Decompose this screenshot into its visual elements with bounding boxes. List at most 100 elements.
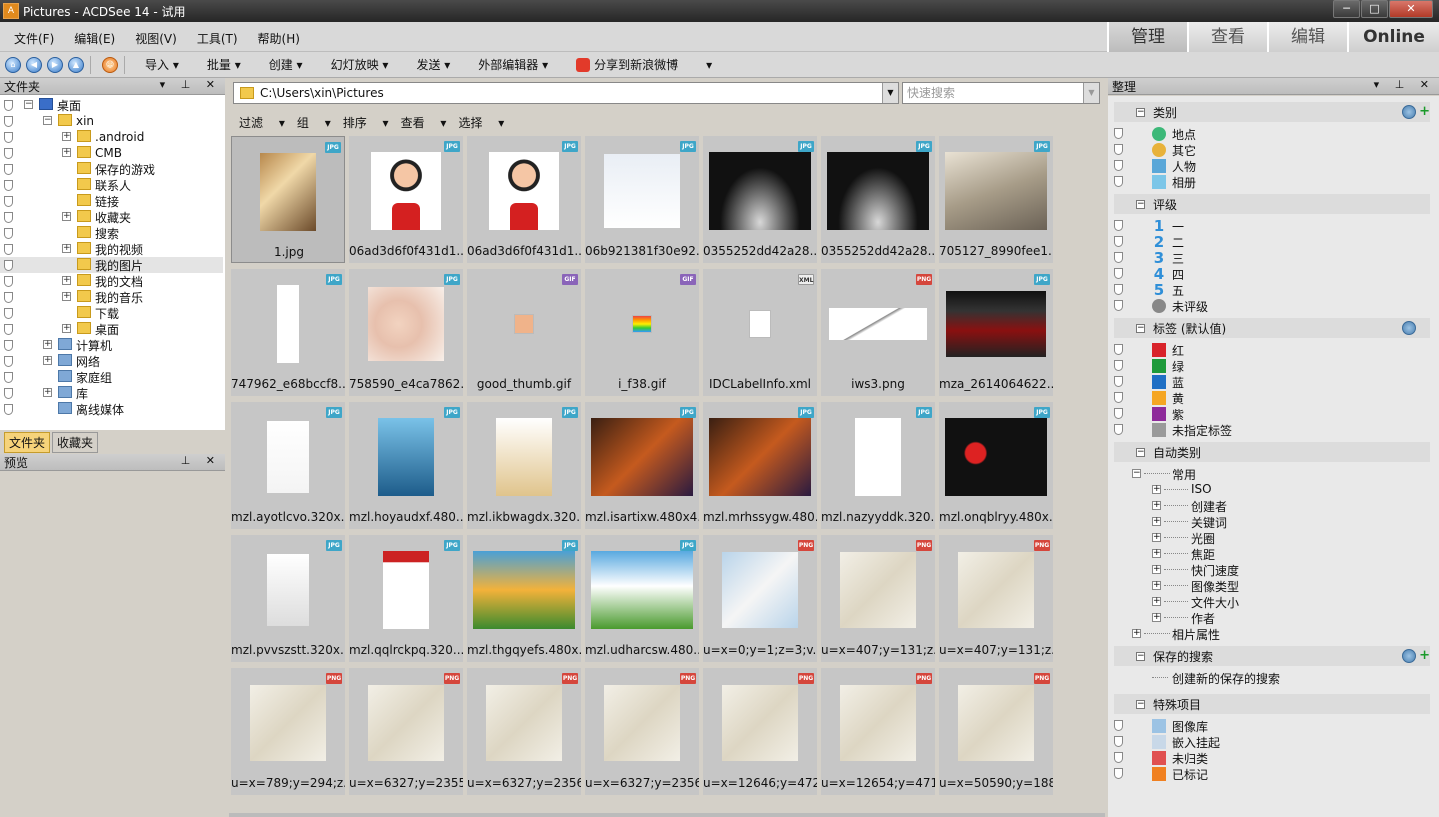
close-button[interactable]: ✕ — [1389, 0, 1433, 18]
share-weibo-button[interactable]: 分享到新浪微博 — [576, 56, 678, 73]
shield-icon[interactable] — [4, 116, 13, 127]
thumbnail-item[interactable]: PNG u=x=0;y=1;z=3;v... — [703, 535, 817, 662]
expand-icon[interactable]: + — [43, 340, 52, 349]
menu-file[interactable]: 文件(F) — [14, 30, 54, 47]
auto-category-item[interactable]: + 文件大小 — [1108, 594, 1424, 610]
auto-category-item[interactable]: + 图像类型 — [1108, 578, 1424, 594]
rating-item[interactable]: 2二 — [1108, 234, 1424, 250]
label-item[interactable]: 绿 — [1108, 358, 1424, 374]
group-menu[interactable]: 组 ▾ — [297, 114, 331, 131]
thumbnail-item[interactable]: JPG 06ad3d6f0f431d1... — [349, 136, 463, 263]
shield-icon[interactable] — [4, 356, 13, 367]
expand-icon[interactable]: + — [1152, 549, 1161, 558]
shield-icon[interactable] — [4, 212, 13, 223]
thumbnail-item[interactable]: GIF good_thumb.gif — [467, 269, 581, 396]
path-combobox[interactable]: C:\Users\xin\Pictures ▼ — [233, 82, 899, 104]
thumbnail-item[interactable]: XML IDCLabelInfo.xml — [703, 269, 817, 396]
auto-categories-section[interactable]: − 自动类别 — [1114, 442, 1430, 462]
rating-item-unrated[interactable]: 未评级 — [1108, 298, 1424, 314]
special-item[interactable]: 图像库 — [1108, 718, 1424, 734]
tab-favorites[interactable]: 收藏夹 — [52, 431, 99, 453]
quick-search-input[interactable]: 快速搜索 ▼ — [902, 82, 1100, 104]
shield-icon[interactable] — [4, 340, 13, 351]
sort-menu[interactable]: 排序 ▾ — [343, 114, 389, 131]
horizontal-scrollbar[interactable] — [229, 813, 1105, 817]
collapse-icon[interactable]: − — [1136, 447, 1145, 457]
panel-controls[interactable]: ▾ ⊥ ✕ — [160, 78, 221, 91]
expand-icon[interactable]: + — [1132, 629, 1141, 638]
thumbnail-item[interactable]: JPG mzl.nazyyddk.320... — [821, 402, 935, 529]
expand-icon[interactable]: + — [62, 292, 71, 301]
thumbnail-item[interactable]: PNG u=x=6327;y=2356... — [585, 668, 699, 795]
expand-icon[interactable]: + — [1152, 613, 1161, 622]
thumbnail-item[interactable]: JPG mzl.isartixw.480x4... — [585, 402, 699, 529]
category-item[interactable]: 相册 — [1108, 174, 1424, 190]
collapse-icon[interactable]: − — [1136, 651, 1145, 661]
expand-icon[interactable]: + — [1152, 565, 1161, 574]
shield-icon[interactable] — [4, 164, 13, 175]
folder-tree-item[interactable]: 家庭组 — [0, 369, 223, 385]
gear-icon[interactable] — [1402, 321, 1416, 335]
thumbnail-item[interactable]: PNG iws3.png — [821, 269, 935, 396]
thumbnail-item[interactable]: JPG mzl.thgqyefs.480x... — [467, 535, 581, 662]
shield-icon[interactable] — [4, 148, 13, 159]
thumbnail-item[interactable]: PNG u=x=12654;y=471... — [821, 668, 935, 795]
tab-edit[interactable]: 编辑 — [1267, 22, 1347, 52]
expand-icon[interactable]: + — [62, 132, 71, 141]
auto-category-item[interactable]: + 创建者 — [1108, 498, 1424, 514]
up-icon[interactable]: ▲ — [68, 56, 84, 73]
thumbnail-item[interactable]: PNG u=x=6327;y=2356... — [467, 668, 581, 795]
folder-tree-item[interactable]: 搜索 — [0, 225, 223, 241]
shield-icon[interactable] — [1114, 176, 1123, 187]
menu-edit[interactable]: 编辑(E) — [74, 30, 115, 47]
shield-icon[interactable] — [1114, 752, 1123, 763]
shield-icon[interactable] — [1114, 300, 1123, 311]
home-icon[interactable]: ⌂ — [5, 56, 21, 73]
special-item[interactable]: 嵌入挂起 — [1108, 734, 1424, 750]
create-saved-search[interactable]: 创建新的保存的搜索 — [1108, 670, 1424, 686]
tab-view[interactable]: 查看 — [1187, 22, 1267, 52]
folder-tree-item[interactable]: + 库 — [0, 385, 223, 401]
shield-icon[interactable] — [1114, 424, 1123, 435]
external-editor-menu[interactable]: 外部编辑器 ▾ — [478, 56, 548, 73]
thumbnail-item[interactable]: JPG 06ad3d6f0f431d1... — [467, 136, 581, 263]
collapse-icon[interactable]: − — [1132, 469, 1141, 478]
thumbnail-item[interactable]: JPG 705127_8990fee1... — [939, 136, 1053, 263]
folder-tree-item[interactable]: + 计算机 — [0, 337, 223, 353]
collapse-icon[interactable]: − — [1136, 699, 1145, 709]
folder-tree-item[interactable]: 下载 — [0, 305, 223, 321]
thumbnail-item[interactable]: JPG mza_2614064622... — [939, 269, 1053, 396]
thumbnail-item[interactable]: JPG 1.jpg — [231, 136, 345, 263]
expand-icon[interactable]: + — [1152, 485, 1161, 494]
collapse-icon[interactable]: − — [24, 100, 33, 109]
shield-icon[interactable] — [4, 276, 13, 287]
panel-controls[interactable]: ▾ ⊥ ✕ — [1374, 78, 1435, 91]
special-item[interactable]: 已标记 — [1108, 766, 1424, 782]
thumbnail-item[interactable]: JPG mzl.qqlrckpq.320... — [349, 535, 463, 662]
shield-icon[interactable] — [1114, 220, 1123, 231]
view-menu[interactable]: 查看 ▾ — [401, 114, 447, 131]
auto-category-common[interactable]: − 常用 — [1108, 466, 1424, 482]
create-menu[interactable]: 创建 ▾ — [269, 56, 303, 73]
shield-icon[interactable] — [1114, 392, 1123, 403]
maximize-button[interactable]: □ — [1361, 0, 1388, 18]
thumbnail-item[interactable]: JPG mzl.onqblryy.480x... — [939, 402, 1053, 529]
expand-icon[interactable]: + — [1152, 581, 1161, 590]
folder-tree-item[interactable]: + 我的文档 — [0, 273, 223, 289]
rating-item[interactable]: 4四 — [1108, 266, 1424, 282]
shield-icon[interactable] — [1114, 768, 1123, 779]
special-item[interactable]: 未归类 — [1108, 750, 1424, 766]
thumbnail-item[interactable]: PNG u=x=12646;y=472... — [703, 668, 817, 795]
thumbnail-item[interactable]: JPG mzl.udharcsw.480... — [585, 535, 699, 662]
shield-icon[interactable] — [1114, 144, 1123, 155]
folder-tree-item[interactable]: 离线媒体 — [0, 401, 223, 417]
expand-icon[interactable]: + — [62, 148, 71, 157]
menu-help[interactable]: 帮助(H) — [258, 30, 300, 47]
minimize-button[interactable]: ─ — [1333, 0, 1360, 18]
menu-tools[interactable]: 工具(T) — [197, 30, 238, 47]
shield-icon[interactable] — [1114, 160, 1123, 171]
panel-controls[interactable]: ⊥ ✕ — [181, 454, 221, 467]
back-icon[interactable]: ◀ — [26, 56, 42, 73]
shield-icon[interactable] — [4, 372, 13, 383]
shop-icon[interactable]: ☺ — [102, 56, 118, 73]
